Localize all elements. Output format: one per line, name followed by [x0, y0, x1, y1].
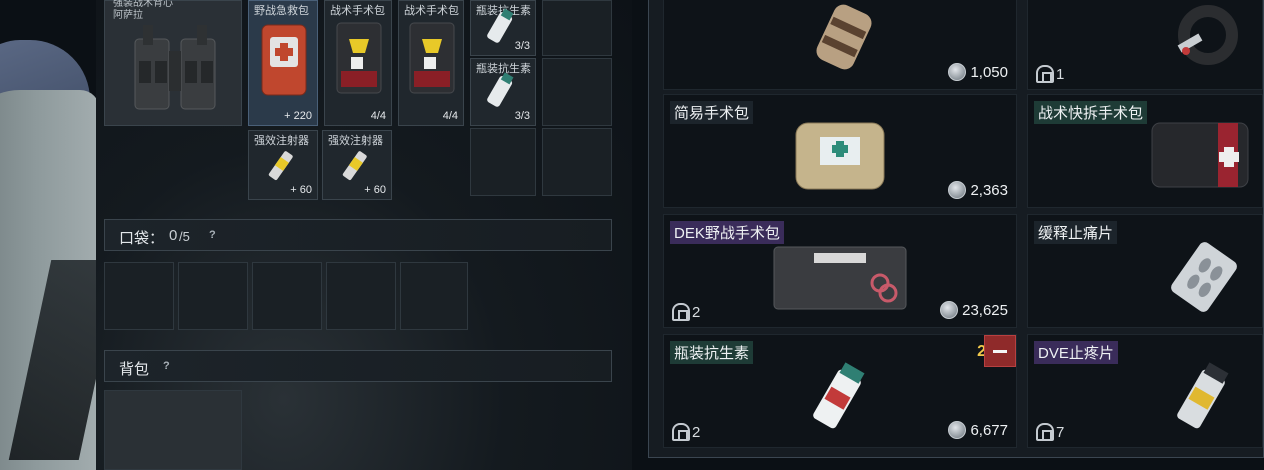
rig-slot-empty[interactable]: [542, 58, 612, 126]
item-stock: 2: [672, 303, 700, 321]
item-qty: 4/4: [442, 110, 458, 122]
shop-item-bottled-antibiotics[interactable]: 瓶装抗生素 2 2 6,677: [663, 334, 1017, 448]
stock-lock-icon: [1036, 423, 1054, 441]
item-qty: + 60: [290, 184, 312, 196]
item-qty: + 220: [284, 110, 312, 122]
item-price: 1,050: [948, 63, 1008, 81]
pocket-slot[interactable]: [252, 262, 322, 330]
item-stock: 7: [1036, 423, 1064, 441]
pill-bottle-icon: [813, 362, 865, 429]
pockets-capacity: /5: [179, 229, 190, 244]
coin-icon: [940, 301, 959, 319]
stock-value: 2: [692, 423, 701, 441]
shop-item-bandage[interactable]: 1,050: [663, 0, 1017, 90]
item-stock: 1: [1036, 65, 1064, 83]
pill-bottle-icon: [1177, 362, 1229, 429]
stock-lock-icon: [672, 423, 690, 441]
item-name: 战术手术包: [330, 5, 385, 17]
decrease-quantity-button[interactable]: [984, 335, 1016, 367]
item-title: 缓释止痛片: [1034, 221, 1118, 244]
item-qty: 3/3: [514, 110, 530, 122]
backpack-slot[interactable]: [104, 390, 242, 470]
pill-bottle-icon: [487, 72, 514, 107]
pocket-slot[interactable]: [400, 262, 468, 330]
pocket-slot[interactable]: [104, 262, 174, 330]
stock-value: 1: [1056, 65, 1065, 83]
item-stock: 2: [672, 423, 700, 441]
surgery-kit-icon: [336, 22, 382, 94]
backpack-header: 背包 ?: [104, 350, 612, 382]
shop-item-dek-field-surgery-kit[interactable]: DEK野战手术包 2 23,625: [663, 214, 1017, 328]
stock-lock-icon: [1036, 65, 1054, 83]
shop-item-dve-painkillers[interactable]: DVE止疼片 7: [1027, 334, 1263, 448]
tourniquet-icon: [1177, 5, 1238, 65]
price-value: 1,050: [970, 63, 1008, 81]
shop-item-tactical-quick-surgery-kit[interactable]: 战术快拆手术包: [1027, 94, 1263, 208]
pockets-header: 口袋： 0 /5 ?: [104, 219, 612, 251]
coin-icon: [948, 181, 967, 199]
item-name: 野战急救包: [254, 5, 309, 17]
item-title: DEK野战手术包: [670, 221, 784, 244]
item-price: 6,677: [948, 421, 1008, 439]
pocket-slot[interactable]: [326, 262, 396, 330]
vest-slot[interactable]: 强装战术背心 阿萨拉: [104, 0, 242, 126]
stock-value: 2: [692, 303, 701, 321]
bandage-roll-icon: [816, 4, 872, 70]
item-name: 战术手术包: [404, 5, 459, 17]
item-qty: + 60: [364, 184, 386, 196]
pockets-help-icon[interactable]: ?: [209, 229, 216, 241]
item-name: 强效注射器: [254, 135, 309, 147]
rig-slot-antibiotics-2[interactable]: 瓶装抗生素 3/3: [470, 58, 536, 126]
pockets-count: 0: [169, 227, 178, 244]
item-name: 强效注射器: [328, 135, 383, 147]
price-value: 23,625: [962, 301, 1008, 319]
item-title: 简易手术包: [670, 101, 754, 124]
shop-panel: 1,050 1 简易手术包 2,363 战术快拆手术包 DEK野战手术包 2 2…: [648, 0, 1264, 458]
syringe-icon: [342, 151, 367, 180]
rig-slot-antibiotics[interactable]: 瓶装抗生素 3/3: [470, 0, 536, 56]
vest-icon: [134, 25, 216, 110]
vest-name: 强装战术背心: [113, 0, 173, 9]
rig-slot-stim-2[interactable]: 强效注射器 + 60: [322, 130, 392, 200]
character-model: [0, 0, 100, 470]
pockets-label: 口袋：: [119, 230, 165, 247]
item-price: 2,363: [948, 181, 1008, 199]
syringe-icon: [268, 151, 293, 180]
shop-item-tourniquet[interactable]: 1: [1027, 0, 1263, 90]
surgery-kit-icon: [409, 22, 455, 94]
rig-slot-empty[interactable]: [542, 0, 612, 56]
rig-slot-empty[interactable]: [470, 128, 536, 196]
surgery-pouch-icon: [795, 122, 885, 190]
item-title: 战术快拆手术包: [1034, 101, 1148, 124]
rig-slot-field-first-aid[interactable]: 野战急救包 + 220: [248, 0, 318, 126]
stock-value: 7: [1056, 423, 1065, 441]
shop-item-simple-surgery-kit[interactable]: 简易手术包 2,363: [663, 94, 1017, 208]
shop-item-slow-release-painkillers[interactable]: 缓释止痛片: [1027, 214, 1263, 328]
item-title: DVE止疼片: [1034, 341, 1118, 364]
coin-icon: [948, 421, 967, 439]
surgery-kit-icon: [1151, 122, 1249, 188]
stock-lock-icon: [672, 303, 690, 321]
item-qty: 3/3: [514, 40, 530, 52]
item-qty: 4/4: [370, 110, 386, 122]
item-price: 23,625: [940, 301, 1008, 319]
rig-slot-tactical-surgery-2[interactable]: 战术手术包 4/4: [398, 0, 464, 126]
backpack-label: 背包: [119, 361, 150, 378]
rig-slot-stim[interactable]: 强效注射器 + 60: [248, 130, 318, 200]
price-value: 2,363: [970, 181, 1008, 199]
surgery-case-icon: [773, 246, 907, 310]
pill-blister-icon: [1171, 242, 1237, 312]
first-aid-kit-icon: [261, 24, 307, 96]
item-title: 瓶装抗生素: [670, 341, 754, 364]
price-value: 6,677: [970, 421, 1008, 439]
pocket-slot[interactable]: [178, 262, 248, 330]
rig-slot-empty[interactable]: [542, 128, 612, 196]
coin-icon: [948, 63, 967, 81]
rig-slot-tactical-surgery[interactable]: 战术手术包 4/4: [324, 0, 392, 126]
backpack-help-icon[interactable]: ?: [163, 360, 170, 372]
